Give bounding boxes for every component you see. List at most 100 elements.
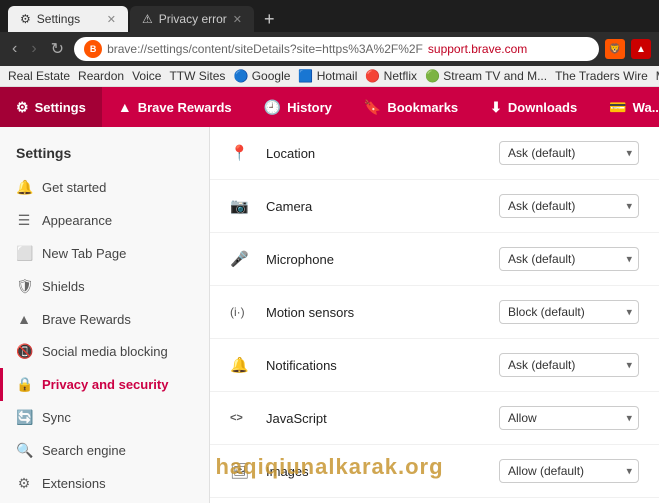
bookmark-reardon[interactable]: Reardon: [78, 69, 124, 83]
shields-icon: 🛡: [16, 278, 32, 295]
bookmark-netflix[interactable]: 🔴 Netflix: [365, 69, 417, 83]
motion-sensors-label: Motion sensors: [266, 305, 499, 320]
nav-item-downloads[interactable]: ⬇ Downloads: [474, 87, 593, 127]
history-nav-label: History: [287, 100, 332, 115]
javascript-dropdown[interactable]: AllowBlock: [499, 406, 639, 430]
notifications-dropdown-wrap: Ask (default)AllowBlock: [499, 353, 639, 377]
appearance-icon: ☰: [16, 212, 32, 229]
nav-item-settings[interactable]: ⚙ Settings: [0, 87, 102, 127]
sidebar-item-brave-rewards[interactable]: ▲ Brave Rewards: [0, 303, 209, 335]
downloads-nav-icon: ⬇: [490, 99, 502, 116]
notifications-icon: 🔔: [230, 356, 254, 374]
browser-chrome: ⚙ Settings ✕ ⚠ Privacy error ✕ + ‹ › ↻ B…: [0, 0, 659, 87]
location-icon: 📍: [230, 144, 254, 162]
sidebar-item-privacy-security[interactable]: 🔒 Privacy and security: [0, 368, 209, 401]
location-label-wrap: Location: [266, 146, 499, 161]
privacy-security-icon: 🔒: [16, 376, 32, 393]
images-control: Allow (default)Block: [499, 459, 639, 483]
privacy-error-tab-close[interactable]: ✕: [233, 13, 242, 26]
new-tab-button[interactable]: +: [256, 9, 283, 30]
privacy-error-tab-icon: ⚠: [142, 12, 153, 26]
downloads-nav-label: Downloads: [508, 100, 577, 115]
main-nav: ⚙ Settings ▲ Brave Rewards 🕘 History 🔖 B…: [0, 87, 659, 127]
sidebar-item-get-started[interactable]: 🔔 Get started: [0, 171, 209, 204]
social-media-blocking-label: Social media blocking: [42, 344, 168, 359]
get-started-label: Get started: [42, 180, 106, 195]
images-dropdown-wrap: Allow (default)Block: [499, 459, 639, 483]
sidebar-title: Settings: [0, 139, 209, 171]
brave-logo: B: [84, 40, 102, 58]
nav-item-wallet[interactable]: 💳 Wa...: [593, 87, 659, 127]
sidebar-item-extensions[interactable]: ⚙ Extensions: [0, 467, 209, 500]
settings-row-motion-sensors: (i·) Motion sensors Block (default)Allow…: [210, 286, 659, 339]
camera-dropdown[interactable]: Ask (default)AllowBlock: [499, 194, 639, 218]
sidebar-item-sync[interactable]: 🔄 Sync: [0, 401, 209, 434]
reload-button[interactable]: ↻: [47, 37, 68, 61]
settings-row-popups: ⧉ Pop-ups and redirects Block (default)A…: [210, 498, 659, 503]
images-dropdown[interactable]: Allow (default)Block: [499, 459, 639, 483]
nav-item-brave-rewards[interactable]: ▲ Brave Rewards: [102, 87, 248, 127]
wallet-nav-icon: 💳: [609, 99, 626, 116]
microphone-dropdown[interactable]: Ask (default)AllowBlock: [499, 247, 639, 271]
sidebar-item-social-media-blocking[interactable]: 📵 Social media blocking: [0, 335, 209, 368]
motion-sensors-dropdown[interactable]: Block (default)AllowAsk: [499, 300, 639, 324]
shields-label: Shields: [42, 279, 85, 294]
motion-sensors-icon: (i·): [230, 305, 254, 319]
tab-bar: ⚙ Settings ✕ ⚠ Privacy error ✕ +: [0, 0, 659, 32]
camera-control: Ask (default)AllowBlock: [499, 194, 639, 218]
nav-item-history[interactable]: 🕘 History: [248, 87, 348, 127]
settings-row-notifications: 🔔 Notifications Ask (default)AllowBlock: [210, 339, 659, 392]
settings-tab-label: Settings: [37, 12, 80, 26]
privacy-error-tab-label: Privacy error: [159, 12, 227, 26]
bookmark-ttw-sites[interactable]: TTW Sites: [169, 69, 225, 83]
address-bar-row: ‹ › ↻ B brave://settings/content/siteDet…: [0, 32, 659, 66]
settings-row-images: 🖼 Images Allow (default)Block: [210, 445, 659, 498]
nav-item-bookmarks[interactable]: 🔖 Bookmarks: [348, 87, 474, 127]
tab-settings[interactable]: ⚙ Settings ✕: [8, 6, 128, 32]
settings-tab-close[interactable]: ✕: [107, 13, 116, 26]
bookmark-hotmail[interactable]: 🟦 Hotmail: [298, 69, 357, 83]
back-button[interactable]: ‹: [8, 38, 21, 60]
forward-button[interactable]: ›: [27, 38, 40, 60]
tab-privacy-error[interactable]: ⚠ Privacy error ✕: [130, 6, 254, 32]
sync-icon: 🔄: [16, 409, 32, 426]
settings-tab-icon: ⚙: [20, 12, 31, 26]
images-label-wrap: Images: [266, 464, 499, 479]
microphone-label-wrap: Microphone: [266, 252, 499, 267]
bookmark-google[interactable]: 🔵 Google: [233, 69, 290, 83]
bookmarks-nav-icon: 🔖: [364, 99, 381, 116]
brave-alert-icon[interactable]: ▲: [631, 39, 651, 59]
microphone-icon: 🎤: [230, 250, 254, 268]
camera-dropdown-wrap: Ask (default)AllowBlock: [499, 194, 639, 218]
brave-rewards-nav-icon: ▲: [118, 99, 132, 115]
sidebar-item-shields[interactable]: 🛡 Shields: [0, 270, 209, 303]
history-nav-icon: 🕘: [264, 99, 281, 116]
settings-row-camera: 📷 Camera Ask (default)AllowBlock: [210, 180, 659, 233]
location-dropdown[interactable]: Ask (default)AllowBlock: [499, 141, 639, 165]
camera-label-wrap: Camera: [266, 199, 499, 214]
images-icon: 🖼: [230, 462, 254, 480]
settings-nav-label: Settings: [35, 100, 86, 115]
notifications-label-wrap: Notifications: [266, 358, 499, 373]
sidebar-item-appearance[interactable]: ☰ Appearance: [0, 204, 209, 237]
bookmark-stream-tv[interactable]: 🟢 Stream TV and M...: [425, 69, 547, 83]
notifications-dropdown[interactable]: Ask (default)AllowBlock: [499, 353, 639, 377]
settings-row-javascript: <> JavaScript AllowBlock: [210, 392, 659, 445]
address-highlight: support.brave.com: [428, 42, 527, 56]
settings-nav-icon: ⚙: [16, 99, 29, 116]
motion-sensors-label-wrap: Motion sensors: [266, 305, 499, 320]
sync-label: Sync: [42, 410, 71, 425]
bookmarks-nav-label: Bookmarks: [387, 100, 458, 115]
sidebar-item-search-engine[interactable]: 🔍 Search engine: [0, 434, 209, 467]
address-bar[interactable]: B brave://settings/content/siteDetails?s…: [74, 37, 599, 61]
bookmark-voice[interactable]: Voice: [132, 69, 161, 83]
address-protocol: brave://settings/content/siteDetails?sit…: [107, 42, 423, 56]
sidebar-item-new-tab-page[interactable]: ⬜ New Tab Page: [0, 237, 209, 270]
brave-shield-icon[interactable]: 🦁: [605, 39, 625, 59]
microphone-label: Microphone: [266, 252, 499, 267]
extensions-icon: ⚙: [16, 475, 32, 492]
bookmark-real-estate[interactable]: Real Estate: [8, 69, 70, 83]
brave-rewards-sidebar-label: Brave Rewards: [42, 312, 131, 327]
search-engine-label: Search engine: [42, 443, 126, 458]
bookmark-traders-wire[interactable]: The Traders Wire: [555, 69, 648, 83]
